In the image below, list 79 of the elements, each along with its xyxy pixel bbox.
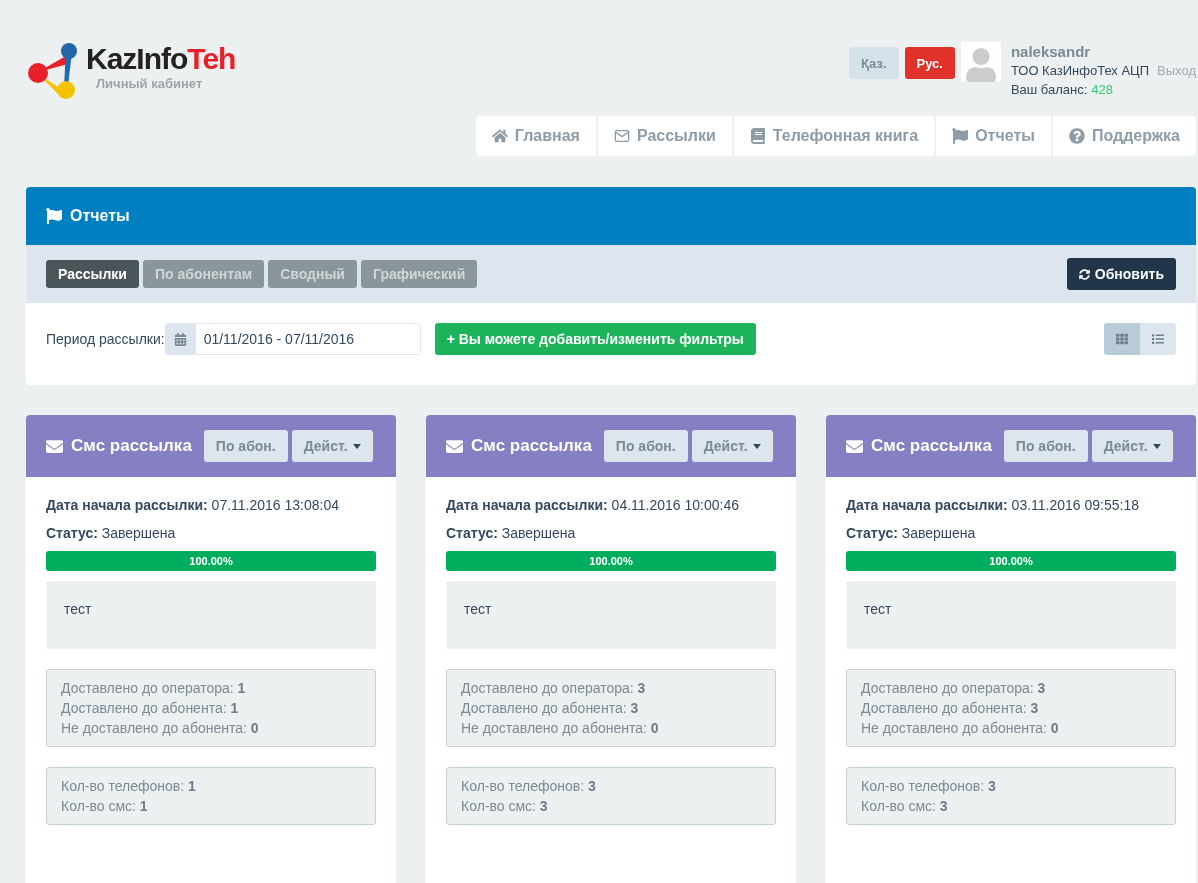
card-title: Смс рассылка <box>71 436 192 456</box>
stat-line: Не доставлено до абонента: 0 <box>461 719 660 738</box>
list-icon <box>1152 333 1164 345</box>
logout-link[interactable]: Выход <box>1157 61 1196 80</box>
logo-subtitle: Личный кабинет <box>95 76 204 91</box>
by-subscriber-button[interactable]: По абон. <box>1003 430 1088 462</box>
by-subscriber-button[interactable]: По абон. <box>603 430 688 462</box>
home-icon <box>491 128 508 144</box>
panel-title: Отчеты <box>70 207 130 225</box>
stat-line: Доставлено до оператора: 3 <box>861 679 1047 698</box>
avatar-silhouette <box>960 42 1001 82</box>
refresh-button[interactable]: Обновить <box>1066 258 1176 290</box>
message-text: тест <box>446 581 776 649</box>
caret-icon <box>752 443 761 449</box>
stat-line: Кол-во смс: 3 <box>461 797 549 816</box>
stat-line: Доставлено до оператора: 1 <box>61 679 247 698</box>
stat-line: Доставлено до абонента: 1 <box>61 699 240 718</box>
status-text: Статус: Завершена <box>446 525 577 541</box>
report-tab[interactable]: Графический <box>361 260 478 288</box>
grid-icon <box>1116 333 1128 345</box>
by-subscriber-button[interactable]: По абон. <box>203 430 288 462</box>
envelope-icon <box>613 128 630 144</box>
status-text: Статус: Завершена <box>46 525 177 541</box>
progress-fill: 100.00% <box>446 551 776 571</box>
grid-view-button[interactable] <box>1104 323 1140 355</box>
progress-fill: 100.00% <box>846 551 1176 571</box>
card-title: Смс рассылка <box>471 436 592 456</box>
nav-item[interactable]: Поддержка <box>1052 116 1196 156</box>
caret-icon <box>352 443 361 449</box>
start-date-text: Дата начала рассылки: 03.11.2016 09:55:18 <box>846 497 1141 513</box>
stat-line: Доставлено до абонента: 3 <box>861 699 1040 718</box>
period-label: Период рассылки: <box>46 331 165 347</box>
nav-item[interactable]: Главная <box>475 116 596 156</box>
balance-value: 428 <box>1091 81 1114 99</box>
language-button[interactable]: Рус. <box>904 47 955 79</box>
message-text: тест <box>46 581 376 649</box>
nav-item[interactable]: Рассылки <box>597 116 732 156</box>
stat-line: Кол-во смс: 1 <box>61 797 149 816</box>
stat-line: Доставлено до абонента: 3 <box>461 699 640 718</box>
help-icon <box>1068 128 1085 144</box>
date-range-field[interactable]: 01/11/2016 - 07/11/2016 <box>164 323 421 355</box>
refresh-icon <box>1078 268 1090 280</box>
actions-dropdown[interactable]: Дейст. <box>691 430 773 462</box>
envelope-icon <box>46 437 63 455</box>
list-view-button[interactable] <box>1140 323 1176 355</box>
brand-name: KazInfoTeh <box>86 42 236 76</box>
envelope-icon <box>846 437 863 455</box>
user-login: naleksandr <box>1010 42 1092 61</box>
flag-icon <box>46 208 62 224</box>
language-button[interactable]: Қаз. <box>849 47 899 79</box>
book-icon <box>749 128 766 144</box>
stat-line: Кол-во телефонов: 3 <box>861 777 997 796</box>
logo-icon <box>26 42 80 102</box>
report-tab[interactable]: Сводный <box>268 260 357 288</box>
filters-button[interactable]: + Вы можете добавить/изменить фильтры <box>434 323 756 355</box>
stat-line: Доставлено до оператора: 3 <box>461 679 647 698</box>
stat-line: Кол-во телефонов: 1 <box>61 777 197 796</box>
report-tab[interactable]: Рассылки <box>46 260 139 288</box>
progress-fill: 100.00% <box>46 551 376 571</box>
caret-icon <box>1152 443 1161 449</box>
balance-label: Ваш баланс: <box>1010 81 1088 99</box>
actions-dropdown[interactable]: Дейст. <box>1091 430 1173 462</box>
card-title: Смс рассылка <box>871 436 992 456</box>
envelope-icon <box>446 437 463 455</box>
flag-icon <box>952 128 969 144</box>
stat-line: Кол-во телефонов: 3 <box>461 777 597 796</box>
status-text: Статус: Завершена <box>846 525 977 541</box>
company-name: ТОО КазИнфоТех АЦП <box>1010 62 1150 80</box>
actions-dropdown[interactable]: Дейст. <box>291 430 373 462</box>
report-tab[interactable]: По абонентам <box>143 260 265 288</box>
nav-item[interactable]: Отчеты <box>936 116 1051 156</box>
stat-line: Не доставлено до абонента: 0 <box>61 719 260 738</box>
stat-line: Не доставлено до абонента: 0 <box>861 719 1060 738</box>
calendar-icon <box>174 332 188 346</box>
message-text: тест <box>846 581 1176 649</box>
stat-line: Кол-во смс: 3 <box>861 797 949 816</box>
start-date-text: Дата начала рассылки: 07.11.2016 13:08:04 <box>46 497 341 513</box>
start-date-text: Дата начала рассылки: 04.11.2016 10:00:46 <box>446 497 741 513</box>
nav-item[interactable]: Телефонная книга <box>733 116 935 156</box>
